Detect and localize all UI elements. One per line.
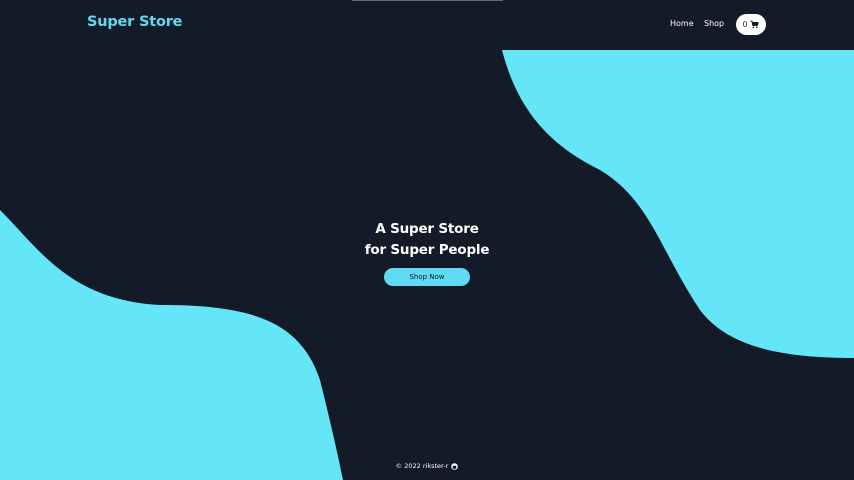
top-right-blob [502, 50, 854, 358]
github-icon[interactable] [451, 462, 459, 470]
shop-now-button[interactable]: Shop Now [384, 268, 470, 286]
hero-heading-line-1: A Super Store [375, 221, 479, 237]
hero-heading-line-2: for Super People [364, 242, 490, 258]
footer-copyright: © 2022 rikster-r [395, 462, 449, 470]
site-footer: © 2022 rikster-r [0, 462, 854, 470]
cart-icon [750, 20, 760, 29]
cart-button[interactable]: 0 [736, 14, 766, 35]
cart-count: 0 [742, 20, 748, 29]
site-header: Super Store Home Shop 0 [0, 0, 854, 50]
hero-section: A Super Store for Super People [0, 219, 854, 261]
page: Super Store Home Shop 0 A Super Store fo… [0, 0, 854, 480]
logo[interactable]: Super Store [87, 14, 183, 30]
nav-home-link[interactable]: Home [670, 19, 694, 28]
nav-shop-link[interactable]: Shop [704, 19, 724, 28]
